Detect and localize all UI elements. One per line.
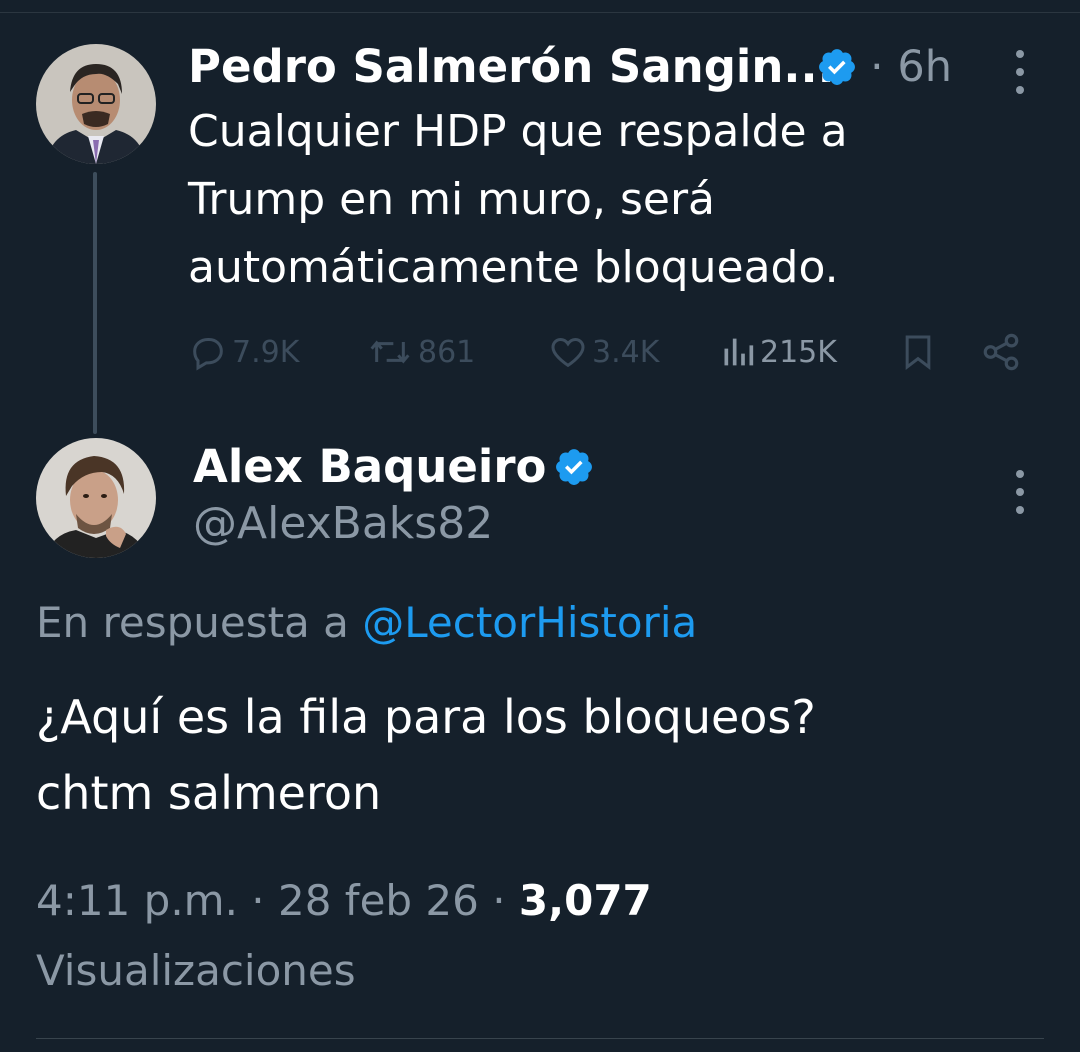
heart-icon xyxy=(551,337,585,368)
parent-text-line: Cualquier HDP que respalde a xyxy=(188,106,848,157)
verified-badge-icon xyxy=(819,49,855,85)
like-count: 3.4K xyxy=(592,334,660,370)
top-divider xyxy=(0,12,1080,13)
share-icon xyxy=(983,333,1019,371)
reply-text-line: chtm salmeron xyxy=(36,766,382,820)
reply-author-handle[interactable]: @AlexBaks82 xyxy=(193,498,493,549)
parent-timestamp[interactable]: · 6h xyxy=(870,42,952,92)
parent-author-avatar[interactable] xyxy=(36,44,156,164)
reply-author-name[interactable]: Alex Baqueiro xyxy=(193,440,546,493)
verified-badge-icon xyxy=(556,449,592,485)
views-button[interactable]: 215K xyxy=(720,330,837,374)
retweet-count: 861 xyxy=(418,334,476,370)
parent-more-options-icon[interactable] xyxy=(1010,50,1030,94)
reply-text-line: ¿Aquí es la fila para los bloqueos? xyxy=(36,690,816,744)
views-count: 215K xyxy=(760,334,837,370)
retweet-button[interactable]: 861 xyxy=(366,330,475,374)
analytics-icon xyxy=(724,338,754,366)
parent-text-line: Trump en mi muro, será xyxy=(188,174,715,225)
like-button[interactable]: 3.4K xyxy=(548,330,659,374)
reply-view-count: 3,077 xyxy=(518,876,652,925)
bookmark-button[interactable] xyxy=(898,330,938,374)
reply-author-avatar[interactable] xyxy=(36,438,156,558)
reply-button[interactable]: 7.9K xyxy=(188,330,299,374)
in-reply-handle-link[interactable]: @LectorHistoria xyxy=(362,598,697,647)
retweet-icon xyxy=(370,340,410,364)
parent-author-name[interactable]: Pedro Salmerón Sangin... xyxy=(188,40,835,93)
thread-connector-line xyxy=(93,172,97,434)
parent-time: 6h xyxy=(897,42,952,92)
views-label: Visualizaciones xyxy=(36,946,356,995)
tweet-thread-page: Pedro Salmerón Sangin... · 6h Cualquier … xyxy=(0,0,1080,1052)
parent-text-line: automáticamente bloqueado. xyxy=(188,242,839,293)
share-button[interactable] xyxy=(980,330,1022,374)
reply-timestamp[interactable]: 4:11 p.m. · 28 feb 26 · xyxy=(36,876,519,925)
reply-more-options-icon[interactable] xyxy=(1010,470,1030,514)
reply-meta-line: 4:11 p.m. · 28 feb 26 · 3,077 xyxy=(36,876,652,925)
reply-count: 7.9K xyxy=(232,334,300,370)
bookmark-icon xyxy=(905,335,931,371)
reply-icon xyxy=(193,338,223,371)
bottom-divider xyxy=(36,1038,1044,1039)
in-reply-to-line: En respuesta a @LectorHistoria xyxy=(36,598,697,647)
in-reply-prefix: En respuesta a xyxy=(36,598,349,647)
